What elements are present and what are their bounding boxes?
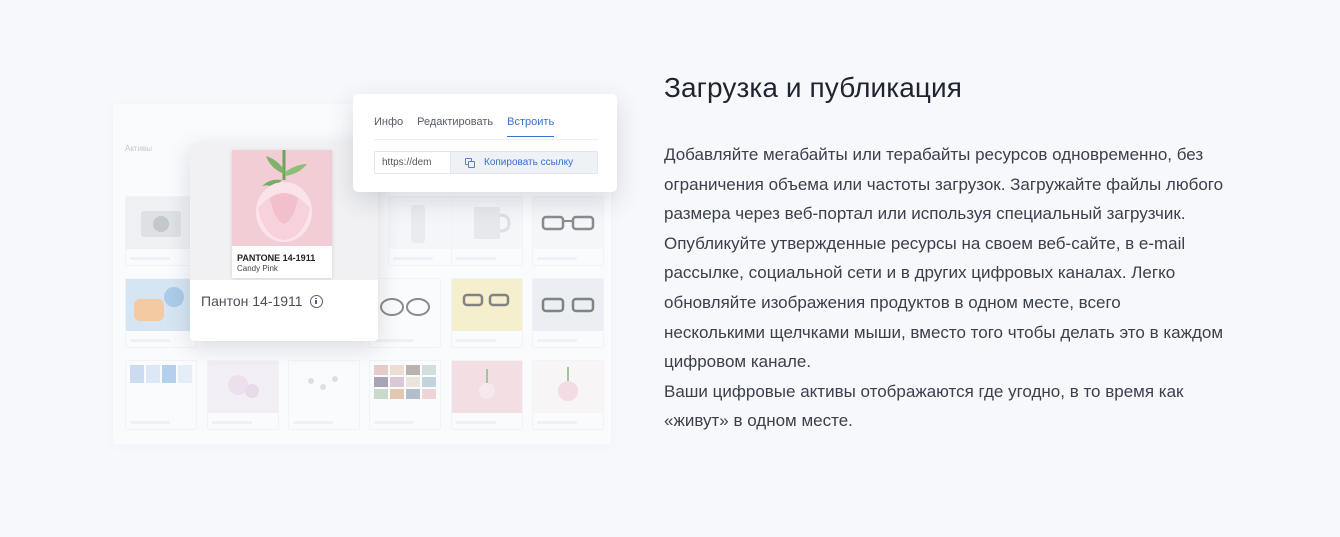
- pantone-name: Candy Pink: [237, 264, 278, 273]
- copy-icon: [465, 157, 475, 168]
- tab-edit[interactable]: Редактировать: [417, 116, 493, 137]
- mug-thumbnail: [452, 197, 522, 249]
- tab-divider: [374, 139, 598, 140]
- asset-tile: [451, 196, 523, 266]
- tab-embed[interactable]: Встроить: [507, 116, 555, 137]
- pantone-code: PANTONE 14-1911: [237, 253, 316, 263]
- asset-tile: [451, 278, 523, 348]
- assets-title: Активы: [125, 144, 153, 153]
- asset-tile: [207, 360, 279, 430]
- glasses-icon: [533, 197, 603, 249]
- asset-tile: [125, 360, 197, 430]
- floral-thumbnail: [208, 361, 278, 413]
- rose-thumbnail: [533, 361, 603, 413]
- paragraph-publish: Опубликуйте утвержденные ресурсы на свое…: [664, 233, 1224, 372]
- glasses-icon: [533, 279, 603, 331]
- asset-tile: [288, 360, 360, 430]
- section-heading: Загрузка и публикация: [664, 72, 963, 103]
- asset-tile: [532, 278, 604, 348]
- asset-tile: [369, 360, 441, 430]
- asset-tile: [125, 196, 197, 266]
- rose-thumbnail: [452, 361, 522, 413]
- bottle-thumbnail: [389, 197, 459, 249]
- asset-preview: PANTONE 14-1911 Candy Pink: [190, 143, 378, 280]
- info-icon[interactable]: [309, 294, 323, 308]
- popup-tabs: Инфо Редактировать Встроить: [374, 116, 555, 137]
- embed-url-row: Копировать ссылку: [374, 151, 598, 174]
- dots-thumbnail: [289, 361, 359, 413]
- glasses-icon: [452, 279, 522, 331]
- asset-tile: [451, 360, 523, 430]
- copy-link-label: Копировать ссылку: [484, 157, 574, 168]
- pantone-chip: PANTONE 14-1911 Candy Pink: [232, 150, 332, 278]
- asset-tile: [125, 278, 197, 348]
- copy-link-button[interactable]: Копировать ссылку: [451, 152, 597, 173]
- camera-thumbnail: [126, 197, 196, 249]
- paragraph-upload: Добавляйте мегабайты или терабайты ресур…: [664, 145, 1224, 224]
- asset-tile: [532, 360, 604, 430]
- glasses-icon: [370, 279, 440, 331]
- paragraph-single-source: Ваши цифровые активы отображаются где уг…: [664, 381, 1184, 431]
- tab-info[interactable]: Инфо: [374, 116, 403, 137]
- section-body: Добавляйте мегабайты или терабайты ресур…: [664, 140, 1224, 436]
- color-grid-thumbnail: [370, 361, 440, 413]
- rose-image: [232, 150, 332, 246]
- product-illustration: Активы PANTONE 14-1911 Candy Pink Пантон…: [0, 0, 640, 537]
- asset-tile: [388, 196, 460, 266]
- embed-url-input[interactable]: [375, 152, 451, 173]
- asset-tile: [532, 196, 604, 266]
- palette-thumbnail: [126, 361, 196, 413]
- asset-caption: Пантон 14-1911: [201, 293, 323, 309]
- toy-thumbnail: [126, 279, 196, 331]
- asset-tile: [369, 278, 441, 348]
- share-popup: Инфо Редактировать Встроить Копировать с…: [353, 94, 617, 192]
- asset-title: Пантон 14-1911: [201, 293, 303, 309]
- asset-card[interactable]: PANTONE 14-1911 Candy Pink Пантон 14-191…: [190, 143, 378, 341]
